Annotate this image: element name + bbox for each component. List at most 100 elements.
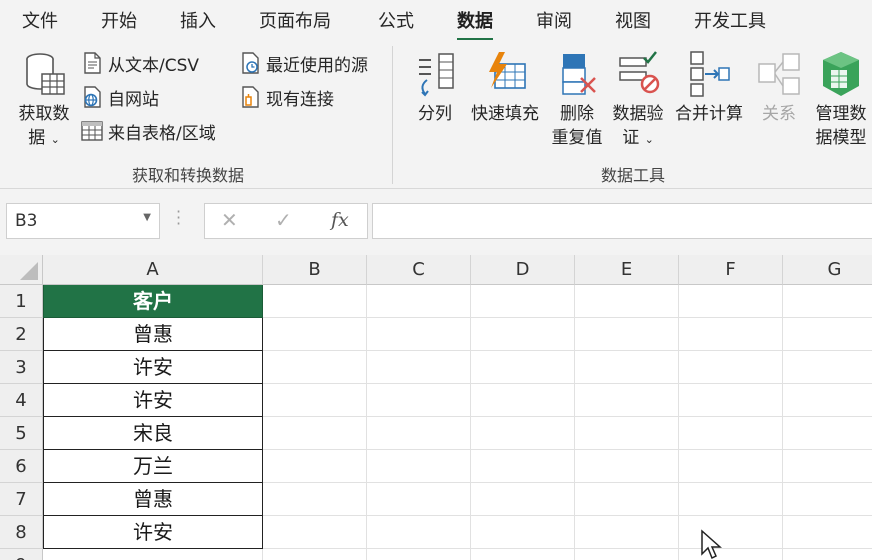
from-web-button[interactable]: 自网站 [80,82,159,112]
tab-data[interactable]: 数据 [457,7,493,41]
empty-cell[interactable] [783,483,872,516]
empty-cell[interactable] [367,417,471,450]
empty-cell[interactable] [263,417,367,450]
formula-input[interactable] [372,203,872,239]
empty-cell[interactable] [679,384,783,417]
dropdown-arrow-icon[interactable]: ▼ [143,212,151,223]
worksheet-grid[interactable]: A B C D E F G 1客户2曾惠3许安4许安5宋良6万兰7曾惠8许安9 [0,255,872,560]
empty-cell[interactable] [679,450,783,483]
empty-cell[interactable] [783,516,872,549]
empty-cell[interactable] [575,516,679,549]
from-table-range-button[interactable]: 来自表格/区域 [80,116,216,146]
cell-a[interactable]: 宋良 [43,417,263,450]
row-header[interactable]: 2 [0,318,43,351]
empty-cell[interactable] [783,417,872,450]
empty-cell[interactable] [575,450,679,483]
empty-cell[interactable] [679,351,783,384]
data-validation-button[interactable]: 数据验 证 ⌄ [608,50,668,152]
column-header-b[interactable]: B [263,255,367,285]
tab-home[interactable]: 开始 [101,7,137,33]
tab-view[interactable]: 视图 [615,7,651,33]
vertical-dots-icon[interactable]: · · · [176,204,181,232]
existing-connections-button[interactable]: 现有连接 [238,82,334,112]
empty-cell[interactable] [367,318,471,351]
tab-insert[interactable]: 插入 [180,7,216,33]
empty-cell[interactable] [471,417,575,450]
cell-a[interactable]: 万兰 [43,450,263,483]
checkmark-icon[interactable]: ✓ [275,208,292,232]
recent-sources-button[interactable]: 最近使用的源 [238,48,368,78]
empty-cell[interactable] [679,417,783,450]
empty-cell[interactable] [575,483,679,516]
empty-cell[interactable] [575,285,679,318]
empty-cell[interactable] [367,384,471,417]
relationships-button[interactable]: 关系 [752,50,806,126]
empty-cell[interactable] [263,318,367,351]
empty-cell[interactable] [679,285,783,318]
empty-cell[interactable] [263,549,367,560]
empty-cell[interactable] [471,516,575,549]
empty-cell[interactable] [263,285,367,318]
empty-cell[interactable] [263,384,367,417]
column-header-g[interactable]: G [783,255,872,285]
tab-review[interactable]: 审阅 [536,7,572,33]
select-all-corner[interactable] [0,255,43,285]
cell-a[interactable]: 曾惠 [43,483,263,516]
empty-cell[interactable] [367,285,471,318]
empty-cell[interactable] [679,483,783,516]
cancel-icon[interactable]: ✕ [221,208,238,232]
empty-cell[interactable] [367,351,471,384]
column-header-f[interactable]: F [679,255,783,285]
cell-a[interactable]: 曾惠 [43,318,263,351]
empty-cell[interactable] [575,351,679,384]
row-header[interactable]: 7 [0,483,43,516]
column-header-e[interactable]: E [575,255,679,285]
get-data-button[interactable]: 获取数 据 ⌄ [14,50,74,152]
empty-cell[interactable] [575,417,679,450]
empty-cell[interactable] [367,516,471,549]
empty-cell[interactable] [471,450,575,483]
empty-cell[interactable] [783,351,872,384]
empty-cell[interactable] [471,285,575,318]
tab-file[interactable]: 文件 [22,7,58,33]
cell-a[interactable]: 许安 [43,384,263,417]
column-header-d[interactable]: D [471,255,575,285]
empty-cell[interactable] [263,450,367,483]
empty-cell[interactable] [783,549,872,560]
consolidate-button[interactable]: 合并计算 [672,50,746,126]
empty-cell[interactable] [783,450,872,483]
row-header[interactable]: 4 [0,384,43,417]
row-header[interactable]: 9 [0,549,43,560]
from-text-csv-button[interactable]: 从文本/CSV [80,48,199,78]
text-to-columns-button[interactable]: 分列 [408,50,462,126]
empty-cell[interactable] [263,516,367,549]
cell-a[interactable]: 许安 [43,516,263,549]
empty-cell[interactable] [783,384,872,417]
empty-cell[interactable] [471,318,575,351]
row-header[interactable]: 3 [0,351,43,384]
empty-cell[interactable] [575,318,679,351]
empty-cell[interactable] [471,549,575,560]
empty-cell[interactable] [679,318,783,351]
row-header[interactable]: 6 [0,450,43,483]
empty-cell[interactable] [263,483,367,516]
row-header[interactable]: 1 [0,285,43,318]
empty-cell[interactable] [367,483,471,516]
remove-duplicates-button[interactable]: 删除 重复值 [548,50,606,150]
tab-formulas[interactable]: 公式 [378,7,414,33]
cell-a[interactable]: 许安 [43,351,263,384]
manage-data-model-button[interactable]: 管理数 据模型 [812,50,870,150]
insert-function-icon[interactable]: fx [331,209,349,231]
empty-cell[interactable] [471,384,575,417]
flash-fill-button[interactable]: 快速填充 [468,50,542,126]
empty-cell[interactable] [783,318,872,351]
column-header-c[interactable]: C [367,255,471,285]
empty-cell[interactable] [471,351,575,384]
empty-cell[interactable] [783,285,872,318]
empty-cell[interactable] [471,483,575,516]
row-header[interactable]: 5 [0,417,43,450]
empty-cell[interactable] [679,516,783,549]
column-header-a[interactable]: A [43,255,263,285]
tab-page-layout[interactable]: 页面布局 [259,7,331,33]
empty-cell[interactable] [575,549,679,560]
